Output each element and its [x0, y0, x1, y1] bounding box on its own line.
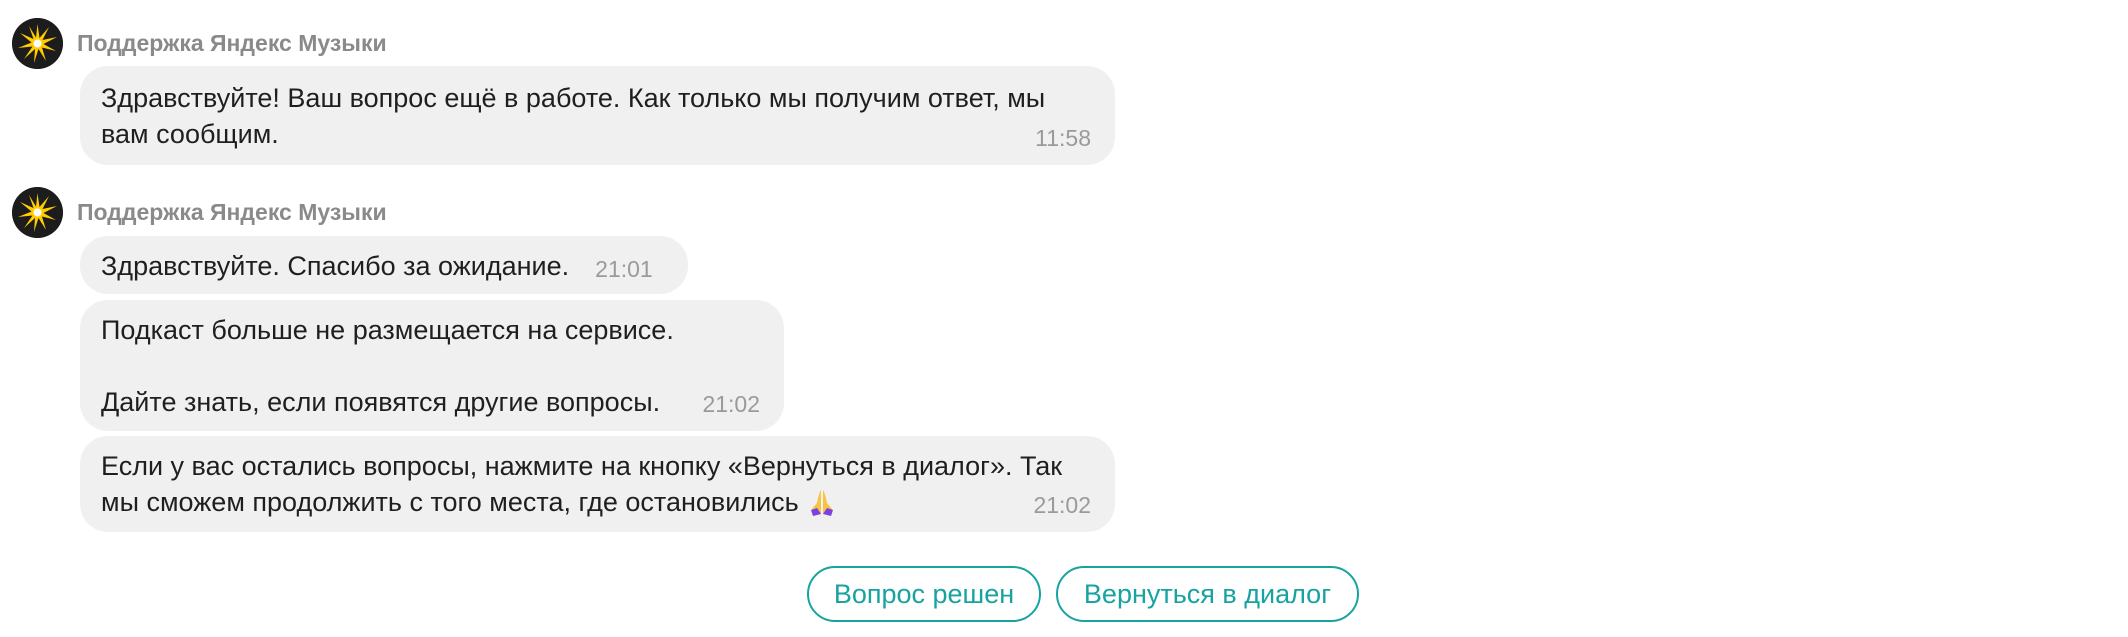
message-bubble: Здравствуйте. Спасибо за ожидание. 21:01: [80, 236, 688, 294]
message-text: Если у вас остались вопросы, нажмите на …: [101, 451, 1063, 517]
sender-name: Поддержка Яндекс Музыки: [77, 30, 387, 56]
message-text: Здравствуйте. Спасибо за ожидание.: [101, 251, 570, 281]
message-time: 21:02: [702, 391, 760, 417]
return-to-dialog-button[interactable]: Вернуться в диалог: [1056, 566, 1359, 622]
issue-resolved-button[interactable]: Вопрос решен: [807, 566, 1041, 622]
message-text: Подкаст больше не размещается на сервисе…: [101, 315, 674, 417]
yandex-music-logo-icon: [12, 18, 63, 69]
message-time: 11:58: [1035, 125, 1091, 151]
message-text: Здравствуйте! Ваш вопрос ещё в работе. К…: [101, 83, 1046, 149]
message-bubble: Если у вас остались вопросы, нажмите на …: [80, 436, 1115, 532]
yandex-music-logo-icon: [12, 187, 63, 238]
folded-hands-emoji: [807, 487, 837, 526]
quick-actions: Вопрос решен Вернуться в диалог: [807, 566, 1359, 622]
message-time: 21:01: [595, 256, 653, 282]
message-bubble: Подкаст больше не размещается на сервисе…: [80, 300, 784, 431]
message-bubble: Здравствуйте! Ваш вопрос ещё в работе. К…: [80, 66, 1115, 165]
sender-name: Поддержка Яндекс Музыки: [77, 199, 387, 225]
message-time: 21:02: [1033, 492, 1091, 518]
